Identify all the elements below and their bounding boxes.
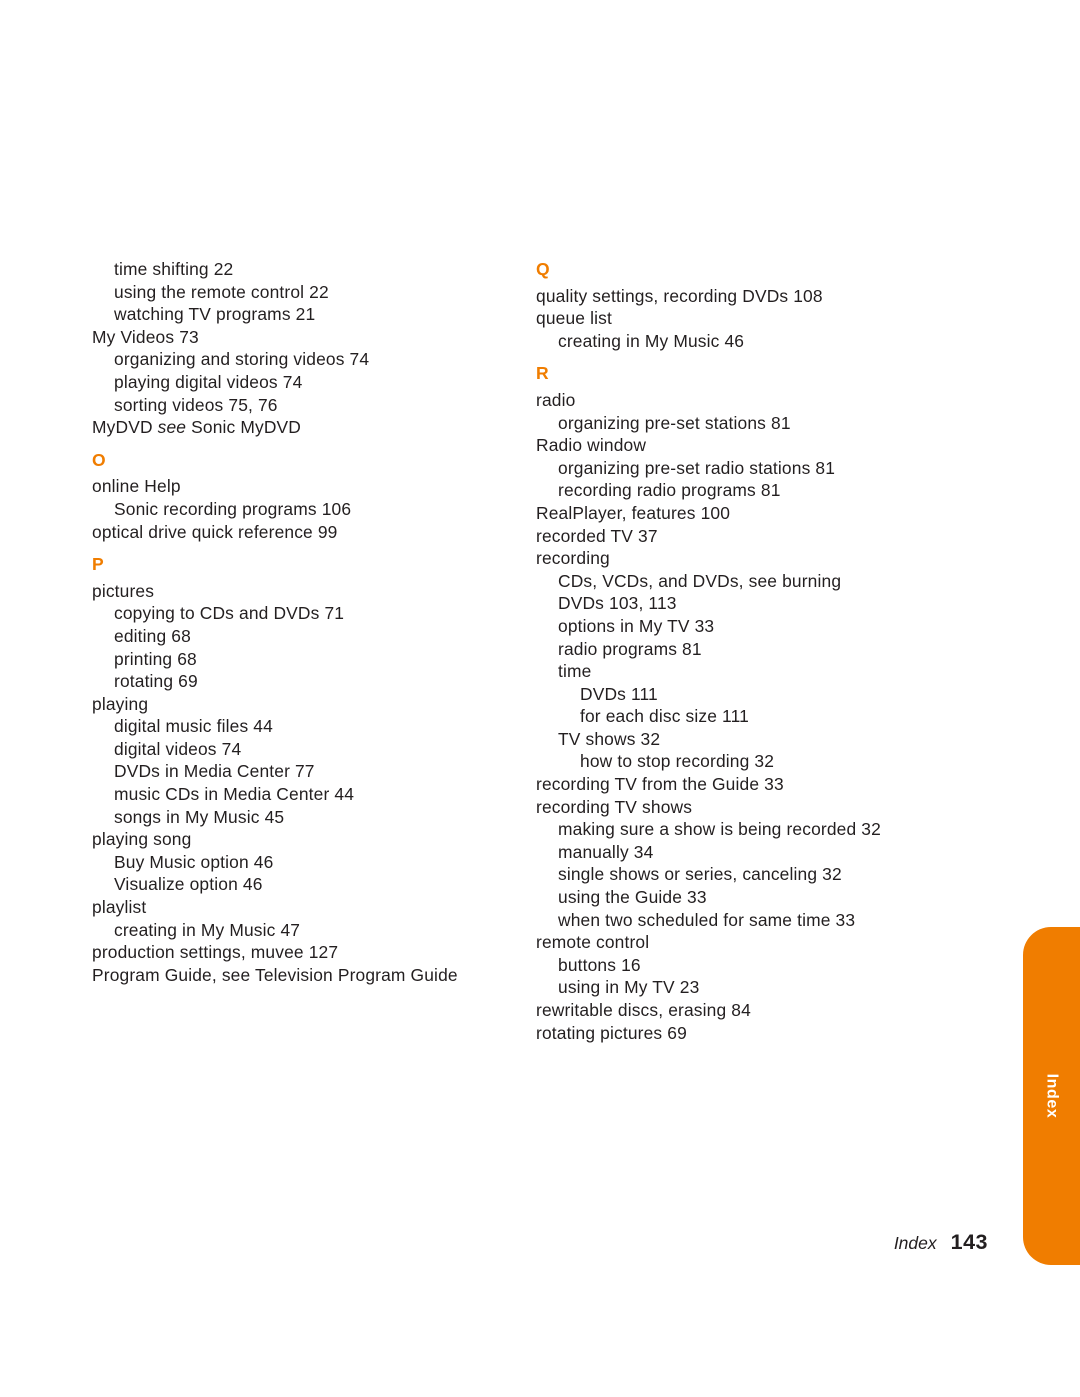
index-entry: DVDs 111 (580, 683, 658, 704)
index-entry: organizing and storing videos 74 (114, 349, 370, 370)
index-entry: songs in My Music 45 (114, 806, 285, 827)
index-entry: organizing pre-set stations 81 (558, 412, 791, 433)
index-entry: optical drive quick reference 99 (92, 521, 338, 542)
index-entry: playing song (92, 829, 192, 850)
index-entry: recorded TV 37 (536, 525, 658, 546)
index-entry: music CDs in Media Center 44 (114, 784, 355, 805)
index-entry: playlist (92, 897, 147, 918)
index-entry: rotating pictures 69 (536, 1022, 687, 1043)
index-entry: remote control (536, 932, 650, 953)
index-entry: queue list (536, 308, 612, 329)
index-entry: creating in My Music 47 (114, 919, 301, 940)
index-column-left: time shifting 22 using the remote control… (92, 258, 478, 1044)
index-entry: time (558, 661, 592, 682)
side-tab-label: Index (1043, 1073, 1061, 1119)
index-entry: when two scheduled for same time 33 (558, 909, 856, 930)
index-letter-heading: R (536, 363, 550, 384)
index-entry: TV shows 32 (558, 728, 661, 749)
index-entry: using in My TV 23 (558, 977, 700, 998)
index-entry: manually 34 (558, 841, 654, 862)
index-entry: Sonic recording programs 106 (114, 498, 352, 519)
index-entry: using the Guide 33 (558, 887, 707, 908)
index-entry: online Help (92, 476, 181, 497)
index-entry: options in My TV 33 (558, 615, 715, 636)
page-footer: Index 143 (894, 1230, 988, 1255)
index-entry: recording (536, 548, 610, 569)
index-entry: making sure a show is being recorded 32 (558, 819, 881, 840)
index-entry: playing (92, 693, 149, 714)
index-letter-heading: O (92, 449, 107, 470)
index-entry: radio programs 81 (558, 638, 702, 659)
index-entry: recording TV shows (536, 796, 693, 817)
index-entry: for each disc size 111 (580, 706, 749, 727)
footer-page-number: 143 (950, 1230, 988, 1254)
index-entry: time shifting 22 (114, 259, 234, 279)
index-page: time shifting 22 using the remote control… (0, 0, 1080, 1397)
index-entry: recording radio programs 81 (558, 480, 781, 501)
index-entry: RealPlayer, features 100 (536, 502, 731, 523)
index-column-right: Qquality settings, recording DVDs 108 que… (536, 258, 922, 1044)
index-entry: radio (536, 389, 576, 410)
index-entry: editing 68 (114, 625, 191, 646)
index-entry-text: MyDVD (92, 417, 158, 438)
index-entry-target: Sonic MyDVD (186, 417, 302, 438)
index-letter-heading: P (92, 554, 105, 575)
index-entry: single shows or series, canceling 32 (558, 864, 842, 885)
index-entry: Radio window (536, 435, 647, 456)
index-entry: how to stop recording 32 (580, 751, 775, 772)
index-entry: watching TV programs 21 (114, 304, 316, 325)
index-entry: rotating 69 (114, 671, 198, 692)
index-entry: printing 68 (114, 648, 197, 669)
index-columns: time shifting 22 using the remote control… (92, 258, 922, 1044)
index-entry-see: see (157, 417, 187, 438)
index-entry: digital music files 44 (114, 716, 273, 737)
index-entry: Visualize option 46 (114, 874, 263, 895)
index-entry: creating in My Music 46 (558, 330, 745, 351)
index-entry: pictures (92, 580, 155, 601)
index-entry: production settings, muvee 127 (92, 942, 339, 963)
index-letter-heading: Q (536, 259, 551, 279)
index-entry: buttons 16 (558, 954, 641, 975)
footer-section-label: Index (893, 1233, 937, 1253)
index-entry: playing digital videos 74 (114, 371, 303, 392)
index-entry: copying to CDs and DVDs 71 (114, 603, 345, 624)
index-entry: MyDVD see Sonic MyDVD (92, 416, 478, 439)
index-entry: DVDs in Media Center 77 (114, 761, 315, 782)
index-entry: digital videos 74 (114, 738, 242, 759)
index-entry: using the remote control 22 (114, 281, 329, 302)
index-entry: quality settings, recording DVDs 108 (536, 285, 823, 306)
index-entry: My Videos 73 (92, 326, 199, 347)
index-entry: Program Guide, see Television Program Gu… (92, 964, 458, 985)
index-entry: recording TV from the Guide 33 (536, 774, 784, 795)
index-entry: sorting videos 75, 76 (114, 394, 278, 415)
index-entry: organizing pre-set radio stations 81 (558, 457, 836, 478)
index-entry: CDs, VCDs, and DVDs, see burning (558, 570, 842, 591)
index-entry: rewritable discs, erasing 84 (536, 1000, 751, 1020)
index-entry: DVDs 103, 113 (558, 593, 677, 614)
side-tab: Index (1023, 927, 1080, 1265)
index-entry: Buy Music option 46 (114, 851, 274, 872)
